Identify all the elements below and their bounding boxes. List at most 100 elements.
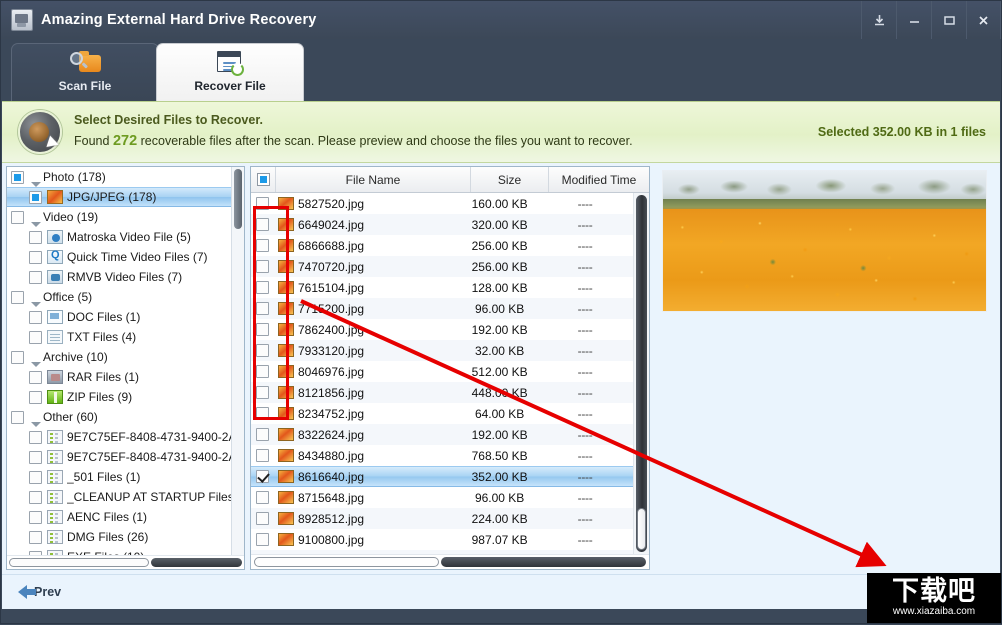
tree-node-checkbox[interactable] bbox=[29, 470, 42, 484]
maximize-button[interactable] bbox=[931, 1, 966, 39]
row-checkbox[interactable] bbox=[256, 302, 270, 315]
table-row[interactable]: 7715200.jpg 96.00 KB ---- bbox=[251, 298, 633, 319]
row-checkbox[interactable] bbox=[256, 386, 270, 399]
tree-node[interactable]: Other (60) bbox=[7, 407, 231, 427]
tree-node-checkbox[interactable] bbox=[29, 530, 42, 544]
row-checkbox-cell[interactable] bbox=[251, 449, 275, 462]
row-checkbox-cell[interactable] bbox=[251, 197, 275, 210]
table-row[interactable]: 6649024.jpg 320.00 KB ---- bbox=[251, 214, 633, 235]
row-checkbox-cell[interactable] bbox=[251, 218, 275, 231]
table-row[interactable]: 7615104.jpg 128.00 KB ---- bbox=[251, 277, 633, 298]
tree-node[interactable]: JPG/JPEG (178) bbox=[7, 187, 231, 207]
column-header-size[interactable]: Size bbox=[471, 167, 549, 192]
tree-vertical-scrollbar[interactable] bbox=[231, 167, 244, 555]
table-row[interactable]: 8046976.jpg 512.00 KB ---- bbox=[251, 361, 633, 382]
table-row[interactable]: 8928512.jpg 224.00 KB ---- bbox=[251, 508, 633, 529]
tree-node[interactable]: Photo (178) bbox=[7, 167, 231, 187]
row-checkbox-cell[interactable] bbox=[251, 533, 275, 546]
prev-button[interactable]: Prev bbox=[18, 585, 61, 599]
column-header-file-name[interactable]: File Name bbox=[276, 167, 471, 192]
list-horizontal-scroll-track[interactable] bbox=[441, 557, 646, 567]
tree-node[interactable]: EXE Files (10) bbox=[7, 547, 231, 555]
tree-node[interactable]: 9E7C75EF-8408-4731-9400-2A9819D19 bbox=[7, 427, 231, 447]
row-checkbox[interactable] bbox=[256, 260, 270, 273]
tree-node[interactable]: _501 Files (1) bbox=[7, 467, 231, 487]
row-checkbox-cell[interactable] bbox=[251, 323, 275, 336]
tree-horizontal-scroll-track[interactable] bbox=[151, 558, 242, 567]
row-checkbox-cell[interactable] bbox=[251, 281, 275, 294]
row-checkbox[interactable] bbox=[256, 197, 270, 210]
tree-node-checkbox[interactable] bbox=[11, 290, 24, 304]
tab-recover-file[interactable]: Recover File bbox=[156, 43, 304, 101]
row-checkbox-cell[interactable] bbox=[251, 512, 275, 525]
tree-horizontal-scroll-thumb[interactable] bbox=[9, 558, 149, 567]
tree-node-checkbox[interactable] bbox=[29, 430, 42, 444]
row-checkbox[interactable] bbox=[256, 365, 270, 378]
row-checkbox-cell[interactable] bbox=[251, 302, 275, 315]
row-checkbox-cell[interactable] bbox=[251, 428, 275, 441]
tree-vertical-scroll-thumb[interactable] bbox=[234, 169, 242, 229]
row-checkbox[interactable] bbox=[256, 449, 270, 462]
tree-node[interactable]: AENC Files (1) bbox=[7, 507, 231, 527]
row-checkbox-cell[interactable] bbox=[251, 386, 275, 399]
table-row[interactable]: 9100800.jpg 987.07 KB ---- bbox=[251, 529, 633, 550]
tree-node[interactable]: Quick Time Video Files (7) bbox=[7, 247, 231, 267]
tree-node-checkbox[interactable] bbox=[11, 210, 24, 224]
tree-node-checkbox[interactable] bbox=[29, 190, 42, 204]
tree-horizontal-scrollbar[interactable] bbox=[7, 555, 244, 569]
tree-node-checkbox[interactable] bbox=[29, 230, 42, 244]
table-row[interactable]: 5827520.jpg 160.00 KB ---- bbox=[251, 193, 633, 214]
tree-node-checkbox[interactable] bbox=[29, 390, 42, 404]
list-vertical-scroll-thumb[interactable] bbox=[637, 508, 646, 550]
tree-node-checkbox[interactable] bbox=[11, 350, 24, 364]
table-row[interactable]: 7470720.jpg 256.00 KB ---- bbox=[251, 256, 633, 277]
table-row[interactable]: 6866688.jpg 256.00 KB ---- bbox=[251, 235, 633, 256]
row-checkbox[interactable] bbox=[256, 512, 270, 525]
tree-node-checkbox[interactable] bbox=[29, 310, 42, 324]
tree-node[interactable]: ZIP Files (9) bbox=[7, 387, 231, 407]
row-checkbox[interactable] bbox=[256, 239, 270, 252]
tree-node[interactable]: DOC Files (1) bbox=[7, 307, 231, 327]
table-row[interactable]: 7862400.jpg 192.00 KB ---- bbox=[251, 319, 633, 340]
row-checkbox[interactable] bbox=[256, 323, 270, 336]
tree-node-checkbox[interactable] bbox=[29, 330, 42, 344]
row-checkbox-cell[interactable] bbox=[251, 407, 275, 420]
download-button[interactable] bbox=[861, 1, 896, 39]
tree-node[interactable]: RMVB Video Files (7) bbox=[7, 267, 231, 287]
row-checkbox[interactable] bbox=[256, 344, 270, 357]
tree-node[interactable]: Matroska Video File (5) bbox=[7, 227, 231, 247]
row-checkbox-cell[interactable] bbox=[251, 260, 275, 273]
tree-node-checkbox[interactable] bbox=[29, 510, 42, 524]
tree-node[interactable]: 9E7C75EF-8408-4731-9400-2A9819D19 bbox=[7, 447, 231, 467]
minimize-button[interactable] bbox=[896, 1, 931, 39]
tab-scan-file[interactable]: Scan File bbox=[11, 43, 159, 101]
file-list-rows[interactable]: 5827520.jpg 160.00 KB ---- 6649024.jpg 320.0… bbox=[251, 193, 633, 554]
row-checkbox[interactable] bbox=[256, 428, 270, 441]
tree-node-checkbox[interactable] bbox=[29, 450, 42, 464]
tree-node-checkbox[interactable] bbox=[29, 250, 42, 264]
table-row[interactable]: 7933120.jpg 32.00 KB ---- bbox=[251, 340, 633, 361]
row-checkbox-cell[interactable] bbox=[251, 239, 275, 252]
table-row[interactable]: 8715648.jpg 96.00 KB ---- bbox=[251, 487, 633, 508]
tree-node[interactable]: Office (5) bbox=[7, 287, 231, 307]
table-row[interactable]: 8322624.jpg 192.00 KB ---- bbox=[251, 424, 633, 445]
tree-node[interactable]: Video (19) bbox=[7, 207, 231, 227]
tree-node-checkbox[interactable] bbox=[11, 170, 24, 184]
tree-node-checkbox[interactable] bbox=[29, 270, 42, 284]
tree-node-checkbox[interactable] bbox=[29, 490, 42, 504]
tree-node[interactable]: TXT Files (4) bbox=[7, 327, 231, 347]
tree-node-checkbox[interactable] bbox=[11, 410, 24, 424]
table-row[interactable]: 8434880.jpg 768.50 KB ---- bbox=[251, 445, 633, 466]
tree-node[interactable]: DMG Files (26) bbox=[7, 527, 231, 547]
table-row[interactable]: 8121856.jpg 448.00 KB ---- bbox=[251, 382, 633, 403]
list-vertical-scrollbar[interactable] bbox=[633, 193, 649, 554]
row-checkbox-cell[interactable] bbox=[251, 470, 275, 483]
column-header-modified-time[interactable]: Modified Time bbox=[549, 167, 649, 192]
row-checkbox[interactable] bbox=[256, 491, 270, 504]
tree-node-checkbox[interactable] bbox=[29, 370, 42, 384]
tree-node[interactable]: Archive (10) bbox=[7, 347, 231, 367]
table-row[interactable]: 8616640.jpg 352.00 KB ---- bbox=[251, 466, 633, 487]
select-all-checkbox[interactable] bbox=[256, 173, 270, 186]
list-horizontal-scrollbar[interactable] bbox=[251, 554, 649, 569]
tree-node[interactable]: RAR Files (1) bbox=[7, 367, 231, 387]
